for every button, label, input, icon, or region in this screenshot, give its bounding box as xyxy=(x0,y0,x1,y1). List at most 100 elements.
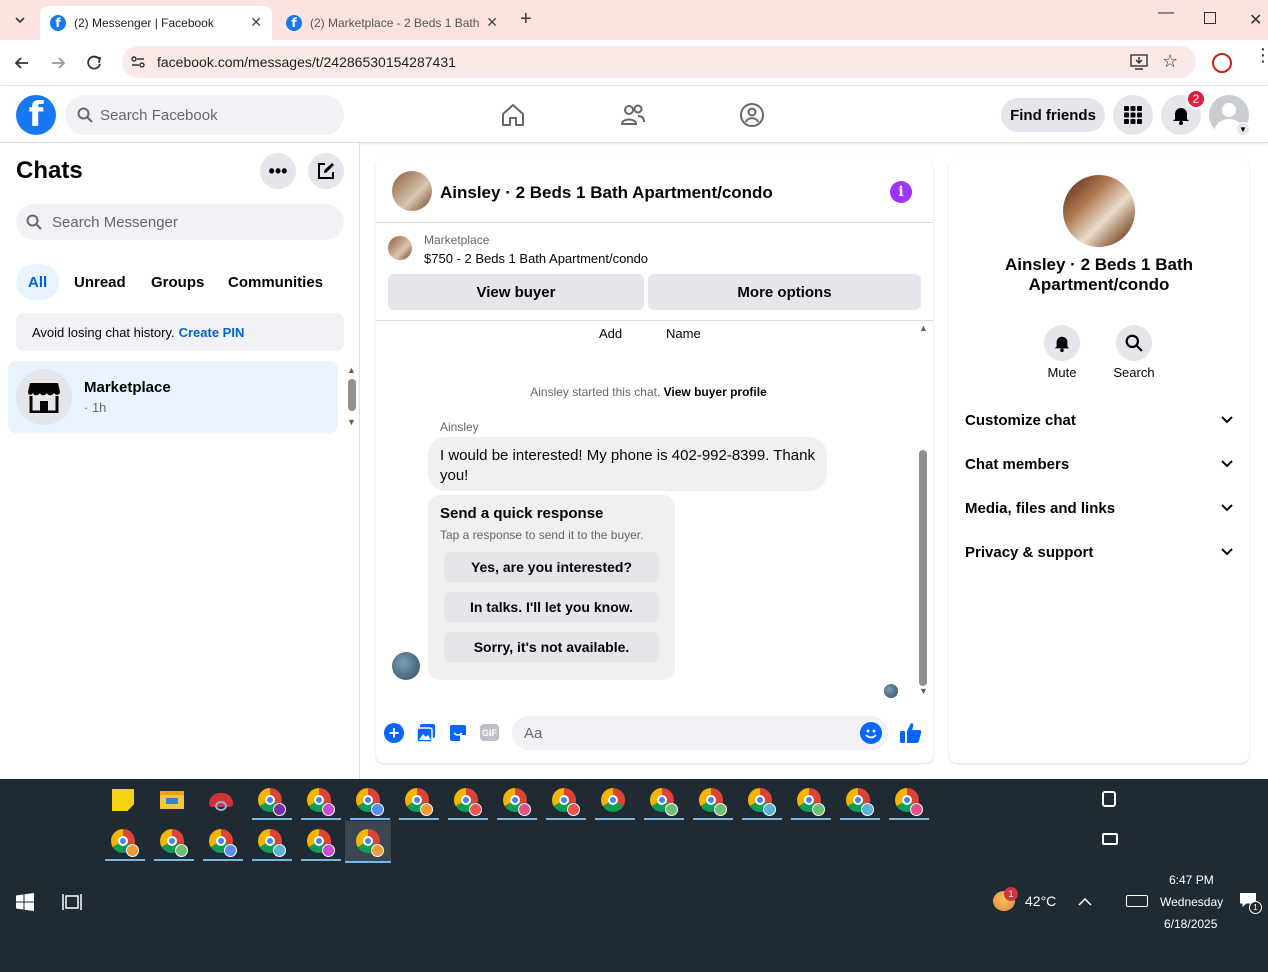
create-pin-link[interactable]: Create PIN xyxy=(179,325,245,340)
keyboard-icon[interactable] xyxy=(1126,895,1148,907)
site-settings-icon[interactable] xyxy=(130,54,146,75)
scroll-up-icon[interactable]: ▲ xyxy=(919,323,928,333)
filter-all[interactable]: All xyxy=(16,264,60,300)
install-app-icon[interactable] xyxy=(1130,54,1148,75)
facebook-search-input[interactable]: Search Facebook xyxy=(65,95,344,135)
photo-icon[interactable] xyxy=(416,723,436,748)
close-window-icon[interactable]: ✕ xyxy=(1249,10,1262,30)
quick-response-not-available[interactable]: Sorry, it's not available. xyxy=(444,632,659,662)
messages-scrollbar[interactable] xyxy=(919,450,927,686)
weather-temperature[interactable]: 42°C xyxy=(1025,893,1056,909)
scroll-up-icon[interactable]: ▲ xyxy=(347,365,356,375)
friends-icon[interactable] xyxy=(619,101,647,129)
listing-thumbnail[interactable] xyxy=(392,171,432,211)
network-icon[interactable] xyxy=(1102,833,1118,845)
chrome-active-icon[interactable] xyxy=(345,821,391,863)
facebook-logo-icon[interactable]: f xyxy=(16,95,56,135)
chrome-profile-t-icon[interactable] xyxy=(252,782,292,820)
search-messenger-input[interactable]: Search Messenger xyxy=(16,204,344,240)
reload-icon[interactable] xyxy=(84,53,104,78)
minimize-icon[interactable]: — xyxy=(1158,4,1174,22)
find-friends-button[interactable]: Find friends xyxy=(1001,98,1105,132)
listing-title[interactable]: $750 - 2 Beds 1 Bath Apartment/condo xyxy=(424,251,648,266)
task-view-icon[interactable] xyxy=(62,893,82,916)
snipping-tool-icon[interactable] xyxy=(203,782,239,818)
chrome-icon[interactable] xyxy=(742,782,782,820)
chrome-icon[interactable] xyxy=(350,782,390,820)
quick-response-yes[interactable]: Yes, are you interested? xyxy=(444,552,659,582)
windows-start-icon[interactable] xyxy=(16,893,34,916)
more-options-button[interactable]: More options xyxy=(648,274,921,310)
profile-icon[interactable] xyxy=(1212,53,1232,73)
chrome-icon[interactable] xyxy=(105,823,145,861)
chevron-up-icon[interactable] xyxy=(1078,894,1092,912)
message-bubble[interactable]: I would be interested! My phone is 402-9… xyxy=(428,437,827,491)
account-chevron-down-icon[interactable]: ▼ xyxy=(1236,122,1250,136)
emoji-icon[interactable] xyxy=(860,722,882,744)
gif-icon[interactable]: GIF xyxy=(480,724,499,741)
view-buyer-profile-link[interactable]: View buyer profile xyxy=(664,385,767,399)
chrome-icon[interactable] xyxy=(595,782,635,820)
bookmark-star-icon[interactable]: ☆ xyxy=(1162,51,1178,72)
file-explorer-icon[interactable] xyxy=(154,782,190,818)
forward-icon[interactable] xyxy=(48,53,68,78)
chrome-icon[interactable] xyxy=(448,782,488,820)
chat-list-item[interactable]: Marketplace · 1h xyxy=(8,361,338,433)
conversation-title[interactable]: Ainsley · 2 Beds 1 Bath Apartment/condo xyxy=(440,183,773,203)
browser-menu-icon[interactable]: ⋮ xyxy=(1254,46,1268,64)
chrome-icon[interactable] xyxy=(252,823,292,861)
thumbs-up-icon[interactable] xyxy=(899,721,923,750)
sticker-icon[interactable] xyxy=(448,723,468,748)
chrome-icon[interactable] xyxy=(889,782,929,820)
chrome-icon[interactable] xyxy=(399,782,439,820)
chrome-icon[interactable] xyxy=(203,823,243,861)
chrome-icon[interactable] xyxy=(840,782,880,820)
url-text[interactable]: facebook.com/messages/t/2428653015428743… xyxy=(157,54,456,70)
media-files-links-section[interactable]: Media, files and links xyxy=(965,496,1233,520)
meet-now-icon[interactable] xyxy=(1102,791,1116,807)
menu-grid-button[interactable] xyxy=(1113,95,1153,135)
filter-communities[interactable]: Communities xyxy=(228,264,323,300)
chrome-icon[interactable] xyxy=(497,782,537,820)
clock-time[interactable]: 6:47 PM xyxy=(1169,873,1214,887)
new-tab-icon[interactable]: + xyxy=(520,8,532,31)
maximize-icon[interactable] xyxy=(1204,12,1216,24)
chrome-icon[interactable] xyxy=(301,782,341,820)
chrome-icon[interactable] xyxy=(546,782,586,820)
sticky-notes-icon[interactable] xyxy=(105,782,141,818)
more-actions-plus-icon[interactable]: + xyxy=(384,723,404,743)
chrome-icon[interactable] xyxy=(791,782,831,820)
search-conversation-button[interactable] xyxy=(1116,325,1152,361)
clock-date[interactable]: 6/18/2025 xyxy=(1164,917,1217,931)
chat-members-section[interactable]: Chat members xyxy=(965,452,1233,476)
quick-response-in-talks[interactable]: In talks. I'll let you know. xyxy=(444,592,659,622)
sender-avatar[interactable] xyxy=(392,652,420,680)
privacy-support-section[interactable]: Privacy & support xyxy=(965,540,1233,564)
info-icon[interactable]: i xyxy=(890,181,912,203)
back-icon[interactable] xyxy=(12,53,32,78)
chrome-icon[interactable] xyxy=(154,823,194,861)
chrome-icon[interactable] xyxy=(644,782,684,820)
scroll-down-icon[interactable]: ▼ xyxy=(919,686,928,696)
tab-marketplace[interactable]: f (2) Marketplace - 2 Beds 1 Bath ✕ xyxy=(276,6,508,40)
groups-icon[interactable] xyxy=(738,101,766,129)
url-box[interactable]: facebook.com/messages/t/2428653015428743… xyxy=(122,46,1196,78)
close-tab-icon[interactable]: ✕ xyxy=(486,14,498,31)
customize-chat-section[interactable]: Customize chat xyxy=(965,408,1233,432)
mute-button[interactable] xyxy=(1044,325,1080,361)
tab-search-icon[interactable] xyxy=(8,8,32,32)
view-buyer-button[interactable]: View buyer xyxy=(388,274,644,310)
new-message-button[interactable] xyxy=(308,153,344,189)
chrome-icon[interactable] xyxy=(301,823,341,861)
filter-groups[interactable]: Groups xyxy=(151,264,204,300)
message-input[interactable]: Aa xyxy=(512,716,888,750)
listing-photo[interactable] xyxy=(1063,175,1135,247)
close-tab-icon[interactable]: ✕ xyxy=(250,14,262,31)
sidebar-scrollbar[interactable] xyxy=(348,379,356,411)
filter-unread[interactable]: Unread xyxy=(74,264,126,300)
scroll-down-icon[interactable]: ▼ xyxy=(347,417,356,427)
chrome-icon[interactable] xyxy=(693,782,733,820)
chats-options-button[interactable]: ••• xyxy=(260,153,296,189)
home-icon[interactable] xyxy=(499,101,527,129)
clock-day[interactable]: Wednesday xyxy=(1160,895,1223,909)
